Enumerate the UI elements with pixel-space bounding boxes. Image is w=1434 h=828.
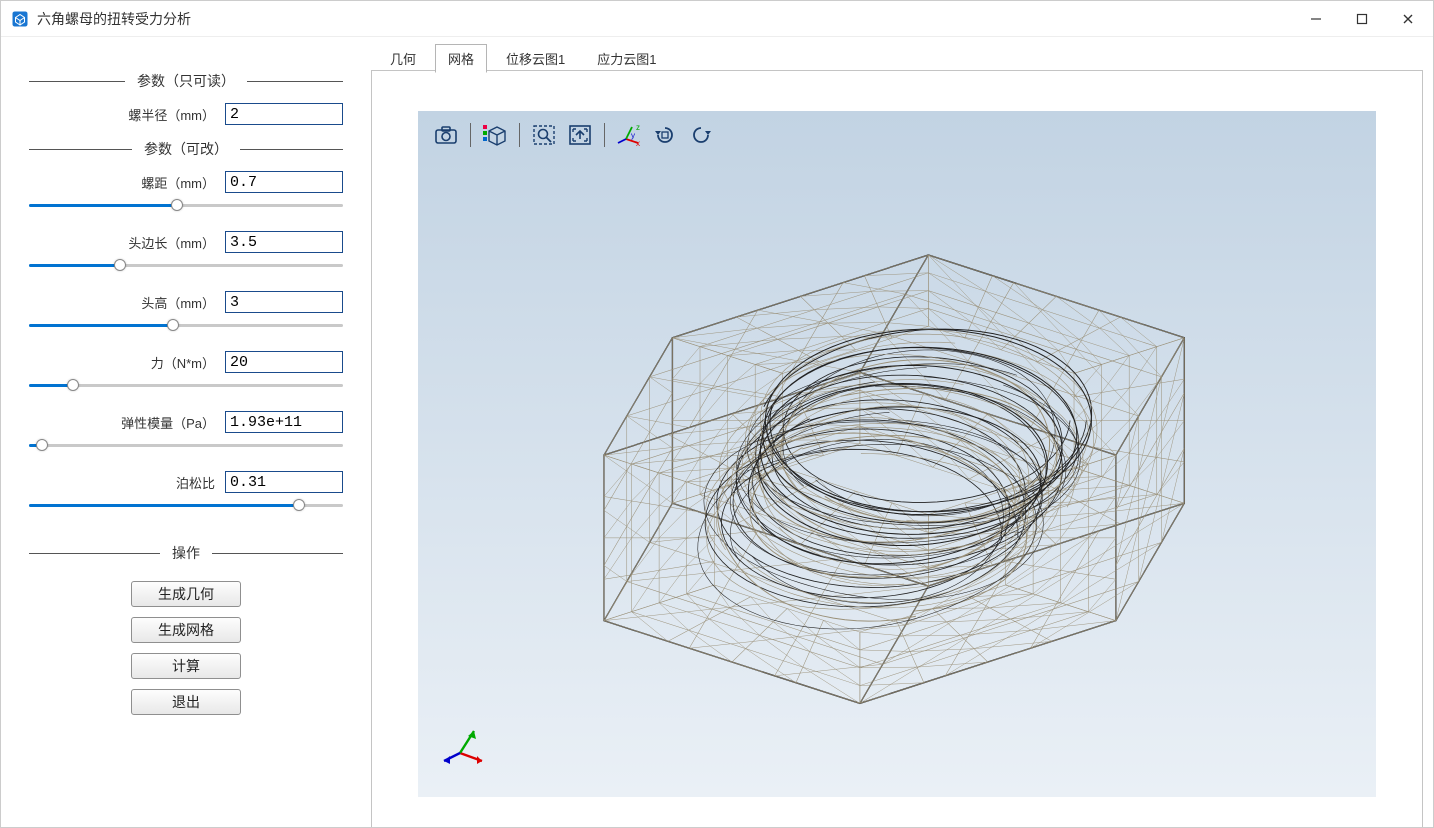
param-input[interactable]: [225, 171, 343, 193]
param-label: 螺半径（mm）: [29, 105, 225, 124]
param-input[interactable]: [225, 411, 343, 433]
param-row: 力（N*m）: [29, 351, 343, 373]
param-label: 头高（mm）: [29, 293, 225, 312]
param-slider[interactable]: [29, 377, 343, 399]
axis-triad: [440, 717, 496, 773]
param-slider[interactable]: [29, 197, 343, 219]
tabs: 几何网格位移云图1应力云图1: [371, 45, 1423, 71]
compute-button[interactable]: 计算: [131, 653, 241, 679]
content-area: 几何网格位移云图1应力云图1 zyx: [371, 37, 1433, 827]
param-row: 弹性模量（Pa）: [29, 411, 343, 433]
param-slider[interactable]: [29, 497, 343, 519]
close-button[interactable]: [1385, 1, 1431, 37]
minimize-button[interactable]: [1293, 1, 1339, 37]
generate-geometry-button[interactable]: 生成几何: [131, 581, 241, 607]
camera-icon[interactable]: [430, 119, 462, 151]
param-label: 螺距（mm）: [29, 173, 225, 192]
actions-section-header: 操作: [29, 543, 343, 563]
param-label: 力（N*m）: [29, 353, 225, 372]
svg-text:x: x: [636, 139, 640, 147]
svg-text:z: z: [636, 123, 640, 132]
param-row-readonly: 螺半径（mm）: [29, 103, 343, 125]
param-input[interactable]: [225, 231, 343, 253]
toolbar-separator: [604, 123, 605, 147]
viewer-toolbar: zyx: [430, 119, 717, 151]
parameter-panel: 参数（只可读） 螺半径（mm） 参数（可改） 螺距（mm） 头边长（mm）: [1, 37, 371, 827]
window-controls: [1293, 1, 1431, 37]
cube-view-icon[interactable]: [479, 119, 511, 151]
exit-button[interactable]: 退出: [131, 689, 241, 715]
section-label: 参数（只可读）: [125, 71, 247, 91]
title-bar: 六角螺母的扭转受力分析: [1, 1, 1433, 37]
tab-displacement-1[interactable]: 位移云图1: [493, 44, 578, 73]
section-label: 参数（可改）: [132, 139, 240, 159]
param-label: 泊松比: [29, 473, 225, 492]
tab-stress-1[interactable]: 应力云图1: [584, 44, 669, 73]
tab-geometry[interactable]: 几何: [377, 44, 429, 73]
tab-mesh[interactable]: 网格: [435, 44, 487, 73]
param-input[interactable]: [225, 471, 343, 493]
toolbar-separator: [519, 123, 520, 147]
param-slider[interactable]: [29, 257, 343, 279]
param-input[interactable]: [225, 291, 343, 313]
mesh-visualization: [418, 111, 1376, 797]
maximize-button[interactable]: [1339, 1, 1385, 37]
axes-xyz-icon[interactable]: zyx: [613, 119, 645, 151]
param-row: 泊松比: [29, 471, 343, 493]
param-input[interactable]: [225, 351, 343, 373]
generate-mesh-button[interactable]: 生成网格: [131, 617, 241, 643]
param-row: 螺距（mm）: [29, 171, 343, 193]
3d-viewer[interactable]: zyx: [418, 111, 1376, 797]
app-icon: [11, 10, 29, 28]
fit-extent-icon[interactable]: [564, 119, 596, 151]
toolbar-separator: [470, 123, 471, 147]
param-slider[interactable]: [29, 317, 343, 339]
param-row: 头边长（mm）: [29, 231, 343, 253]
rotate-ccw-icon[interactable]: [685, 119, 717, 151]
svg-text:y: y: [631, 131, 635, 140]
section-label: 操作: [160, 543, 212, 563]
window-title: 六角螺母的扭转受力分析: [37, 9, 1293, 29]
param-label: 头边长（mm）: [29, 233, 225, 252]
param-label: 弹性模量（Pa）: [29, 413, 225, 432]
param-row: 头高（mm）: [29, 291, 343, 313]
editable-section-header: 参数（可改）: [29, 139, 343, 159]
rotate-cw-icon[interactable]: [649, 119, 681, 151]
param-slider[interactable]: [29, 437, 343, 459]
actions: 生成几何生成网格计算退出: [29, 581, 343, 715]
viewer-frame: zyx: [371, 70, 1423, 827]
readonly-section-header: 参数（只可读）: [29, 71, 343, 91]
zoom-box-icon[interactable]: [528, 119, 560, 151]
param-input: [225, 103, 343, 125]
